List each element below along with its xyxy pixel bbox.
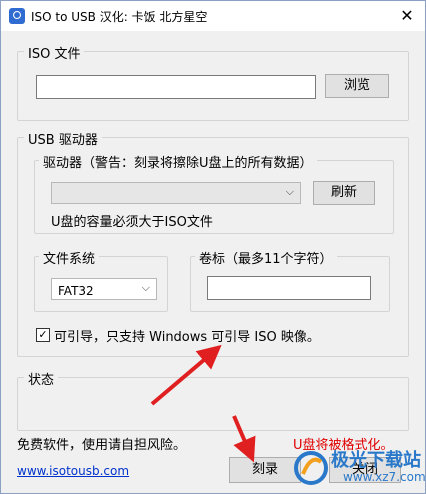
capacity-note: U盘的容量必须大于ISO文件 [51, 215, 213, 230]
volume-label-legend: 卷标（最多11个字符） [195, 248, 337, 267]
volume-label-input[interactable] [207, 276, 371, 300]
status-group: 状态 [17, 369, 409, 431]
chevron-down-icon: ⌵ [285, 185, 294, 198]
usb-group-legend: USB 驱动器 [24, 129, 102, 148]
close-window-button[interactable]: ✕ [389, 1, 425, 31]
drive-legend: 驱动器（警告：刻录将擦除U盘上的所有数据） [39, 152, 317, 171]
status-legend: 状态 [24, 369, 59, 388]
drive-select[interactable]: ⌵ [51, 182, 301, 204]
iso-path-input[interactable] [36, 75, 316, 99]
filesystem-legend: 文件系统 [39, 248, 100, 267]
disclaimer-text: 免费软件，使用请自担风险。 [17, 438, 187, 453]
watermark-logo-icon [294, 451, 328, 485]
iso-file-group: ISO 文件 浏览 [17, 43, 409, 121]
chevron-down-icon: ⌵ [141, 281, 150, 294]
watermark-text: 极光下载站 [331, 450, 421, 471]
app-window: ⭘ ISO to USB 汉化: 卡饭 北方星空 ✕ ISO 文件 浏览 USB… [0, 0, 426, 494]
site-watermark: 极光下载站 www.xz7.com [291, 446, 426, 494]
usb-drive-group: USB 驱动器 驱动器（警告：刻录将擦除U盘上的所有数据） ⌵ 刷新 U盘的容量… [17, 129, 409, 357]
bootable-checkbox[interactable]: ✓ [36, 328, 50, 342]
title-bar[interactable]: ⭘ ISO to USB 汉化: 卡饭 北方星空 ✕ [1, 1, 425, 31]
filesystem-select-value: FAT32 [58, 284, 94, 298]
volume-label-subgroup: 卷标（最多11个字符） [190, 248, 390, 312]
window-title: ISO to USB 汉化: 卡饭 北方星空 [31, 10, 208, 24]
filesystem-select[interactable]: FAT32 ⌵ [51, 278, 157, 300]
bootable-label: 可引导，只支持 Windows 可引导 ISO 映像。 [54, 330, 320, 345]
refresh-button[interactable]: 刷新 [313, 181, 375, 205]
watermark-url: www.xz7.com [343, 470, 426, 484]
drive-subgroup: 驱动器（警告：刻录将擦除U盘上的所有数据） ⌵ 刷新 U盘的容量必须大于ISO文… [34, 152, 394, 234]
iso-group-legend: ISO 文件 [24, 43, 85, 62]
app-icon: ⭘ [9, 8, 25, 24]
website-link[interactable]: www.isotousb.com [17, 464, 129, 478]
browse-button[interactable]: 浏览 [325, 74, 389, 98]
filesystem-subgroup: 文件系统 FAT32 ⌵ [34, 248, 168, 312]
